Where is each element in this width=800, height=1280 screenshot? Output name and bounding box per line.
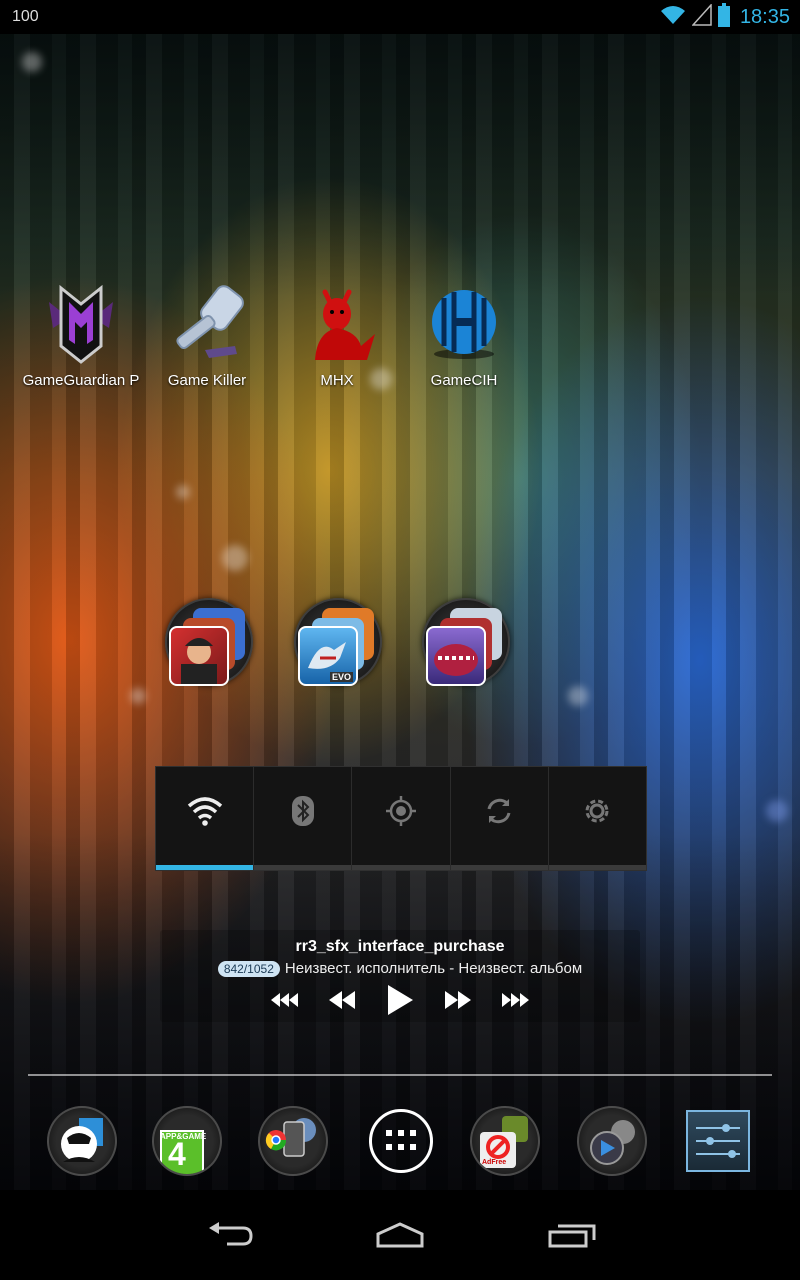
- track-subtitle: Неизвест. исполнитель - Неизвест. альбом: [284, 960, 583, 977]
- adfree-text: AdFree: [482, 1159, 507, 1166]
- bokeh-dot: [130, 688, 146, 704]
- toggle-gps[interactable]: [352, 767, 451, 870]
- app-label: Game Killer: [167, 372, 247, 389]
- navigation-bar: [0, 1190, 800, 1280]
- bokeh-dot: [22, 52, 42, 72]
- bokeh-dot: [568, 686, 588, 706]
- folder-app-icon: EVO: [298, 626, 358, 686]
- wifi-icon: [660, 4, 686, 31]
- game-killer-icon: [165, 282, 249, 366]
- adfree-folder-icon: AdFree: [470, 1106, 540, 1176]
- anonymous-app-icon: [47, 1106, 117, 1176]
- skip-back-icon[interactable]: [266, 985, 302, 1015]
- settings-icon: [686, 1110, 750, 1172]
- app-gameguardian[interactable]: GameGuardian P: [14, 282, 148, 389]
- bokeh-dot: [222, 545, 248, 571]
- fast-forward-icon[interactable]: [440, 985, 476, 1015]
- dock-app-drawer[interactable]: [366, 1106, 436, 1176]
- toggle-indicator: [156, 865, 254, 870]
- gps-icon: [385, 795, 417, 832]
- wifi-icon: [185, 796, 225, 831]
- app-gamecih[interactable]: GameCIH: [397, 282, 531, 389]
- app-game-killer[interactable]: Game Killer: [140, 282, 274, 389]
- app-label: GameCIH: [430, 372, 498, 389]
- toggle-brightness[interactable]: [548, 767, 647, 870]
- folder-2[interactable]: EVO: [294, 598, 382, 686]
- toggle-bluetooth[interactable]: [254, 767, 353, 870]
- skip-forward-icon[interactable]: [498, 985, 534, 1015]
- appgame-number: 4: [168, 1136, 186, 1172]
- power-control-widget: [155, 766, 647, 871]
- app-label: MHX: [320, 372, 354, 389]
- dock-media-folder[interactable]: [577, 1106, 647, 1176]
- bokeh-dot: [176, 485, 190, 499]
- toggle-indicator: [548, 865, 647, 870]
- status-bar: 100 18:35: [0, 0, 800, 34]
- battery-icon: [717, 2, 730, 32]
- appgame4-icon: APP&GAME 4: [152, 1106, 222, 1176]
- bokeh-dot: [766, 800, 788, 822]
- folder-app-icon: [169, 626, 229, 686]
- back-icon[interactable]: [200, 1218, 260, 1252]
- folder-3[interactable]: [422, 598, 510, 686]
- sync-icon: [483, 795, 515, 832]
- bluetooth-icon: [291, 795, 315, 832]
- app-drawer-icon: [369, 1109, 433, 1173]
- folder-app-icon: [426, 626, 486, 686]
- rewind-icon[interactable]: [324, 985, 360, 1015]
- dock-anonymous-app[interactable]: [47, 1106, 117, 1176]
- devil-icon: [295, 282, 379, 366]
- dock-adfree-folder[interactable]: AdFree: [470, 1106, 540, 1176]
- track-title: rr3_sfx_interface_purchase: [295, 938, 505, 955]
- toggle-indicator: [450, 865, 548, 870]
- track-counter: 842/1052: [217, 960, 280, 977]
- gamecih-icon: [422, 282, 506, 366]
- recents-icon[interactable]: [542, 1218, 602, 1252]
- signal-icon: [691, 2, 712, 31]
- chrome-folder-icon: [258, 1106, 328, 1176]
- media-folder-icon: [577, 1106, 647, 1176]
- home-icon[interactable]: [370, 1218, 430, 1252]
- clock: 18:35: [739, 5, 790, 28]
- dock-chrome-folder[interactable]: [258, 1106, 328, 1176]
- app-mhx[interactable]: MHX: [270, 282, 404, 389]
- toggle-indicator: [352, 865, 450, 870]
- toggle-sync[interactable]: [450, 767, 549, 870]
- dock: APP&GAME 4 AdFree: [0, 1098, 800, 1188]
- battery-percent: 100: [12, 8, 39, 25]
- evo-badge: EVO: [329, 672, 353, 682]
- toggle-indicator: [254, 865, 352, 870]
- dock-settings[interactable]: [686, 1106, 756, 1176]
- dock-appgame4[interactable]: APP&GAME 4: [152, 1106, 222, 1176]
- gameguardian-icon: [39, 282, 123, 366]
- folder-1[interactable]: [165, 598, 253, 686]
- play-icon[interactable]: [382, 985, 418, 1015]
- brightness-icon: [581, 795, 613, 832]
- dock-divider: [28, 1074, 772, 1076]
- app-label: GameGuardian P: [22, 372, 140, 389]
- music-widget: rr3_sfx_interface_purchase 842/1052 Неиз…: [160, 930, 640, 1022]
- toggle-wifi[interactable]: [156, 767, 255, 870]
